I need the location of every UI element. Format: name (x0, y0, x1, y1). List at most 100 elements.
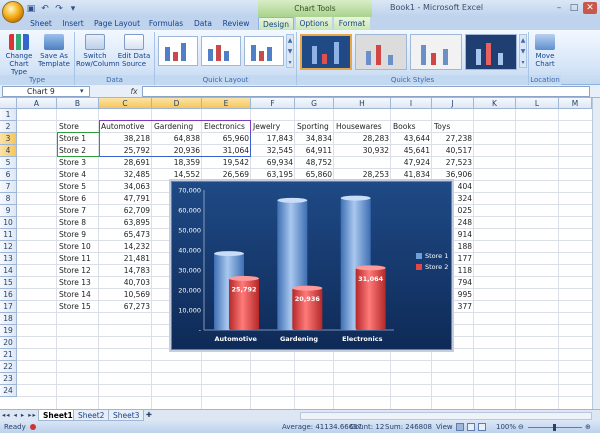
sheet-tab-sheet2[interactable]: Sheet2 (73, 410, 110, 421)
row-header[interactable]: 18 (0, 313, 17, 325)
row-header[interactable]: 13 (0, 253, 17, 265)
column-header[interactable]: M (559, 98, 592, 109)
row-header[interactable]: 4 (0, 145, 17, 157)
row-header[interactable]: 10 (0, 217, 17, 229)
column-header[interactable]: D (152, 98, 202, 109)
cell[interactable]: 64,911 (295, 145, 334, 157)
quick-style-4[interactable] (465, 34, 517, 70)
insert-function-button[interactable]: fx (128, 86, 140, 97)
row-header[interactable]: 23 (0, 373, 17, 385)
cell[interactable]: Store 6 (57, 193, 99, 205)
status-view[interactable]: View (436, 421, 453, 433)
cell[interactable]: 45,641 (391, 145, 432, 157)
cell[interactable]: Jewelry (251, 121, 295, 133)
cell[interactable]: 63,895 (99, 217, 152, 229)
cell[interactable]: 36,906 (432, 169, 474, 181)
cell[interactable]: 40,703 (99, 277, 152, 289)
office-button[interactable] (2, 1, 24, 23)
sheet-tab-sheet3[interactable]: Sheet3 (108, 410, 145, 421)
normal-view-icon[interactable] (456, 423, 464, 431)
row-header[interactable]: 12 (0, 241, 17, 253)
cell[interactable]: 19,542 (202, 157, 251, 169)
cell[interactable]: 18,359 (152, 157, 202, 169)
cell[interactable]: 43,644 (391, 133, 432, 145)
cell[interactable]: 62,709 (99, 205, 152, 217)
cell[interactable]: 10,569 (99, 289, 152, 301)
horizontal-scrollbar[interactable] (300, 412, 592, 420)
page-layout-view-icon[interactable] (467, 423, 475, 431)
cell[interactable]: Books (391, 121, 432, 133)
row-header[interactable]: 1 (0, 109, 17, 121)
column-header[interactable]: G (295, 98, 334, 109)
row-header[interactable]: 15 (0, 277, 17, 289)
move-chart-button[interactable]: Move Chart (532, 32, 558, 68)
cell[interactable]: 14,783 (99, 265, 152, 277)
column-header[interactable]: H (334, 98, 391, 109)
cell[interactable]: 32,545 (251, 145, 295, 157)
status-zoom[interactable]: 100% (496, 421, 516, 433)
tab-formulas[interactable]: Formulas (146, 17, 186, 30)
cell[interactable]: Store 9 (57, 229, 99, 241)
column-header[interactable]: C (99, 98, 152, 109)
row-header[interactable]: 3 (0, 133, 17, 145)
cell[interactable]: 65,473 (99, 229, 152, 241)
worksheet-grid[interactable]: A B C D E F G H I J K L M 1 2 3 4 5 6 7 8 9 10 11 12 13 14 15 16 17 18… (0, 98, 592, 409)
tab-options[interactable]: Options (296, 17, 332, 30)
cell[interactable]: 48,752 (295, 157, 334, 169)
row-header[interactable]: 7 (0, 181, 17, 193)
cell[interactable]: Sporting (295, 121, 334, 133)
row-header[interactable]: 22 (0, 361, 17, 373)
sheet-tab-sheet1[interactable]: Sheet1 (38, 410, 78, 421)
quick-style-2[interactable] (355, 34, 407, 70)
cell[interactable]: 14,552 (152, 169, 202, 181)
row-header[interactable]: 19 (0, 325, 17, 337)
cell[interactable]: Store 13 (57, 277, 99, 289)
row-header[interactable]: 14 (0, 265, 17, 277)
row-header[interactable]: 2 (0, 121, 17, 133)
insert-sheet-icon[interactable]: ✚ (146, 411, 152, 419)
cell[interactable]: Store 10 (57, 241, 99, 253)
cell[interactable]: Store 7 (57, 205, 99, 217)
cell[interactable]: Store 4 (57, 169, 99, 181)
tab-format[interactable]: Format (334, 17, 370, 30)
cell[interactable]: Store 14 (57, 289, 99, 301)
zoom-out-icon[interactable]: ⊖ (518, 421, 524, 433)
cell[interactable]: 32,485 (99, 169, 152, 181)
column-header[interactable]: I (391, 98, 432, 109)
name-box[interactable]: Chart 9 (2, 86, 90, 97)
select-all-corner[interactable] (0, 98, 17, 109)
cell[interactable]: 34,834 (295, 133, 334, 145)
cell[interactable]: 65,860 (295, 169, 334, 181)
column-header[interactable]: L (516, 98, 559, 109)
quick-style-3[interactable] (410, 34, 462, 70)
cell[interactable]: Store 3 (57, 157, 99, 169)
cell[interactable]: 40,517 (432, 145, 474, 157)
change-chart-type-button[interactable]: Change Chart Type (4, 32, 34, 76)
column-header[interactable]: F (251, 98, 295, 109)
cell[interactable]: 27,238 (432, 133, 474, 145)
tab-data[interactable]: Data (190, 17, 216, 30)
name-box-dropdown-icon[interactable]: ▾ (80, 87, 84, 95)
close-button[interactable]: ✕ (583, 2, 597, 14)
column-header[interactable]: E (202, 98, 251, 109)
embedded-chart[interactable]: - 10,000 20,000 30,000 40,000 50,000 60,000 70,… (171, 181, 452, 350)
cell[interactable]: Store 12 (57, 265, 99, 277)
quick-layout-2[interactable] (201, 36, 241, 66)
row-header[interactable]: 24 (0, 385, 17, 397)
cell[interactable]: 28,283 (334, 133, 391, 145)
row-header[interactable]: 6 (0, 169, 17, 181)
quick-layout-scroll[interactable]: ▲ ▼ ▾ (286, 34, 294, 68)
cell[interactable]: 34,063 (99, 181, 152, 193)
row-header[interactable]: 5 (0, 157, 17, 169)
page-break-view-icon[interactable] (478, 423, 486, 431)
cell[interactable]: Store 5 (57, 181, 99, 193)
column-header[interactable]: A (17, 98, 57, 109)
formula-input[interactable] (142, 86, 590, 97)
tab-insert[interactable]: Insert (58, 17, 88, 30)
tab-page-layout[interactable]: Page Layout (92, 17, 142, 30)
tab-review[interactable]: Review (220, 17, 252, 30)
cell[interactable]: 30,932 (334, 145, 391, 157)
quick-layout-3[interactable] (244, 36, 284, 66)
cell[interactable]: 28,253 (334, 169, 391, 181)
maximize-button[interactable]: □ (567, 2, 581, 14)
